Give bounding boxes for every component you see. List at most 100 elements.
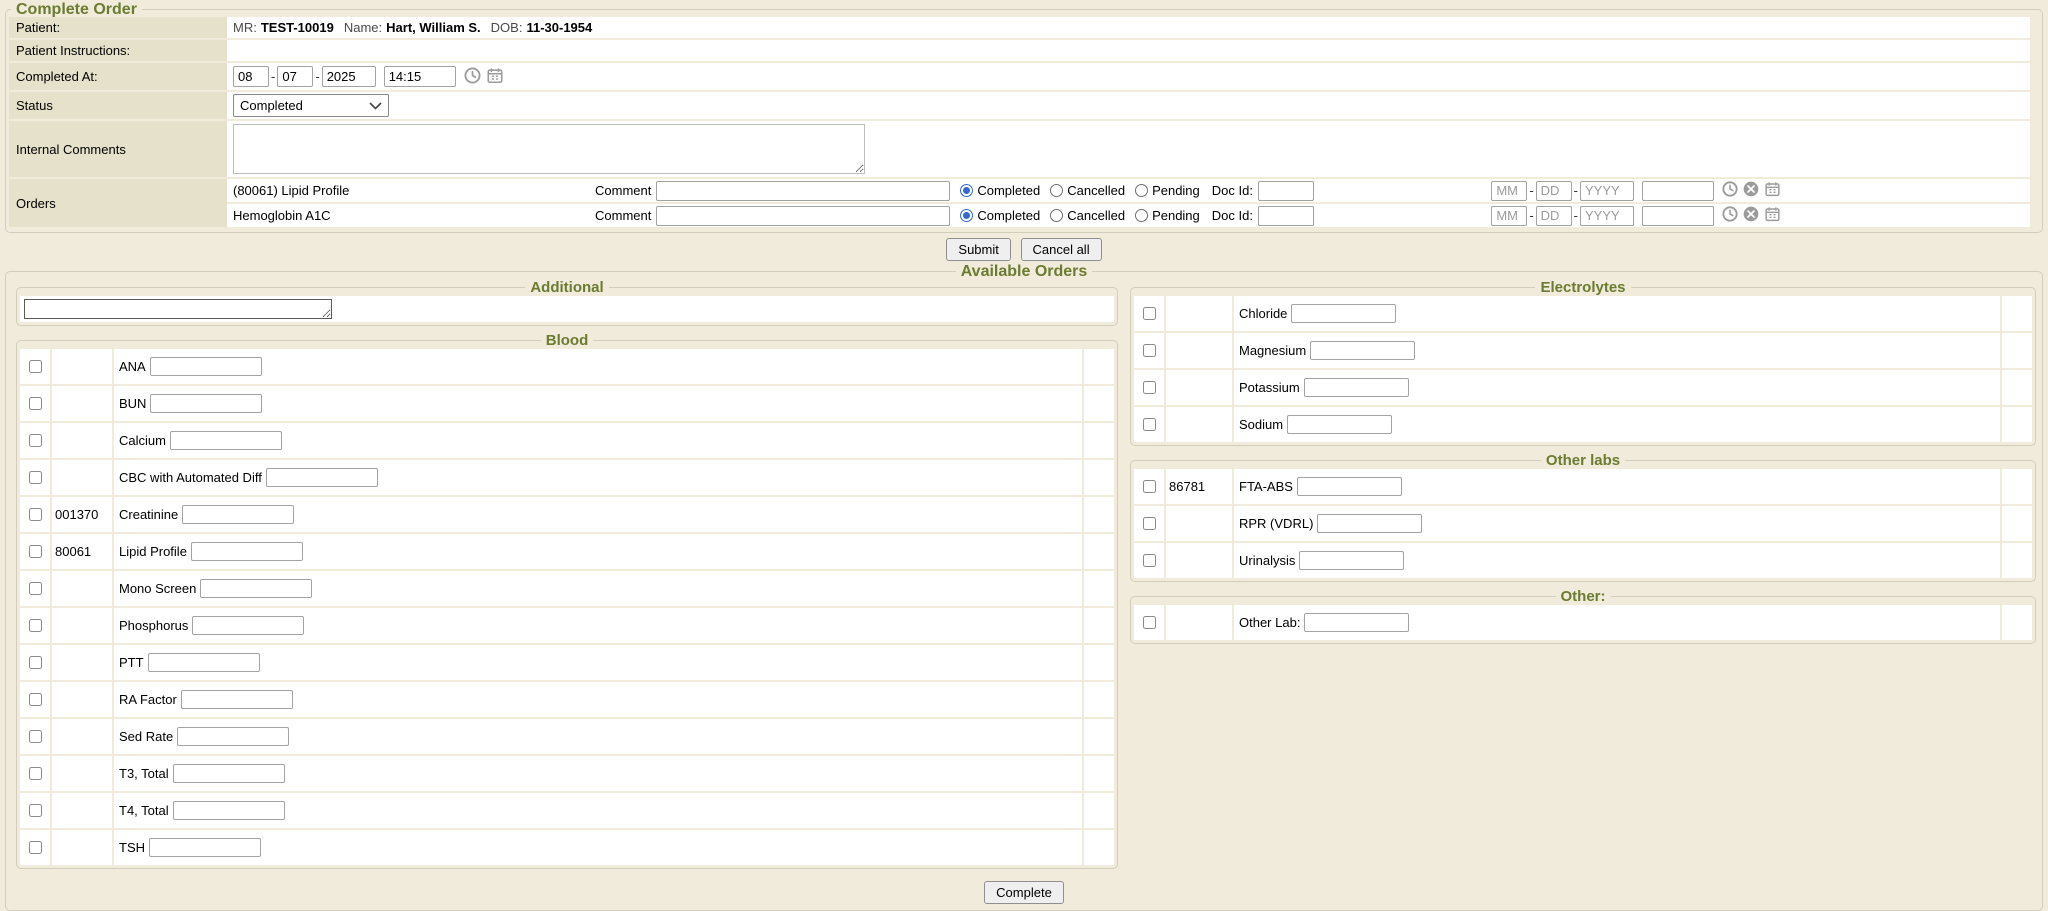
date-separator: - [271, 69, 275, 84]
lab-value-input[interactable] [181, 690, 293, 709]
lab-checkbox[interactable] [1143, 554, 1156, 567]
lab-value-input[interactable] [150, 394, 262, 413]
radio-cancelled[interactable] [1050, 209, 1063, 222]
lab-label: FTA-ABS [1239, 479, 1293, 494]
lab-value-input[interactable] [266, 468, 378, 487]
clear-icon[interactable] [1743, 206, 1759, 225]
lab-checkbox[interactable] [29, 582, 42, 595]
calendar-icon[interactable] [486, 67, 504, 87]
clock-icon[interactable] [1722, 206, 1738, 225]
order-time-input[interactable] [1642, 206, 1714, 226]
lab-checkbox[interactable] [29, 508, 42, 521]
lab-value-input[interactable] [1317, 514, 1422, 533]
doc-id-input[interactable] [1258, 181, 1314, 201]
radio-pending[interactable] [1135, 209, 1148, 222]
lab-value-input[interactable] [170, 431, 282, 450]
submit-button[interactable]: Submit [946, 238, 1010, 261]
order-date-month-input[interactable] [1491, 206, 1527, 226]
lab-value-input[interactable] [1304, 613, 1409, 632]
lab-code [1166, 296, 1232, 331]
date-separator: - [315, 69, 319, 84]
lab-value-input[interactable] [192, 616, 304, 635]
lab-checkbox[interactable] [29, 434, 42, 447]
lab-checkbox[interactable] [29, 767, 42, 780]
complete-button[interactable]: Complete [984, 881, 1064, 904]
orders-label: Orders [9, 179, 227, 227]
name-label: Name: [344, 20, 382, 35]
order-date-year-input[interactable] [1580, 181, 1634, 201]
calendar-icon[interactable] [1764, 181, 1781, 200]
order-status-radio-group: Completed Cancelled Pending [960, 183, 1209, 198]
order-comment-input[interactable] [656, 206, 950, 226]
lab-checkbox[interactable] [29, 545, 42, 558]
lab-value-input[interactable] [149, 838, 261, 857]
lab-code [52, 756, 112, 791]
lab-checkbox[interactable] [1143, 418, 1156, 431]
lab-checkbox[interactable] [29, 730, 42, 743]
lab-value-input[interactable] [173, 801, 285, 820]
radio-completed[interactable] [960, 209, 973, 222]
lab-value-input[interactable] [191, 542, 303, 561]
lab-checkbox[interactable] [29, 656, 42, 669]
lab-checkbox[interactable] [1143, 517, 1156, 530]
additional-section-title: Additional [525, 280, 608, 295]
blood-section: Blood ANA [16, 333, 1118, 869]
clock-icon[interactable] [464, 67, 481, 87]
lab-checkbox[interactable] [29, 360, 42, 373]
order-row: (80061) Lipid Profile Comment Completed … [227, 179, 2030, 202]
mr-label: MR: [233, 20, 257, 35]
calendar-icon[interactable] [1764, 206, 1781, 225]
order-time-input[interactable] [1642, 181, 1714, 201]
cancel-all-button[interactable]: Cancel all [1021, 238, 1102, 261]
lab-value-input[interactable] [177, 727, 289, 746]
status-select[interactable]: Completed [233, 94, 389, 117]
additional-filter-input[interactable] [24, 299, 332, 319]
lab-value-input[interactable] [200, 579, 312, 598]
lab-checkbox[interactable] [1143, 480, 1156, 493]
lab-checkbox[interactable] [29, 841, 42, 854]
radio-completed[interactable] [960, 184, 973, 197]
doc-id-input[interactable] [1258, 206, 1314, 226]
order-date-day-input[interactable] [1536, 206, 1572, 226]
order-date-day-input[interactable] [1536, 181, 1572, 201]
lab-checkbox[interactable] [1143, 307, 1156, 320]
lab-label: Phosphorus [119, 618, 188, 633]
lab-checkbox[interactable] [29, 619, 42, 632]
radio-pending[interactable] [1135, 184, 1148, 197]
radio-cancelled[interactable] [1050, 184, 1063, 197]
order-date-year-input[interactable] [1580, 206, 1634, 226]
lab-value-input[interactable] [1297, 477, 1402, 496]
lab-value-input[interactable] [1287, 415, 1392, 434]
completed-month-input[interactable] [233, 66, 269, 87]
radio-cancelled-label: Cancelled [1067, 183, 1125, 198]
order-date-month-input[interactable] [1491, 181, 1527, 201]
lab-value-input[interactable] [182, 505, 294, 524]
lab-row-tail-cell [2002, 407, 2032, 442]
completed-year-input[interactable] [322, 66, 376, 87]
order-comment-input[interactable] [656, 181, 950, 201]
clear-icon[interactable] [1743, 181, 1759, 200]
available-orders-left-column: Additional Blood ANA [14, 280, 1116, 876]
completed-time-input[interactable] [384, 66, 456, 87]
lab-value-input[interactable] [173, 764, 285, 783]
radio-pending-label: Pending [1152, 208, 1200, 223]
radio-cancelled-label: Cancelled [1067, 208, 1125, 223]
lab-value-input[interactable] [148, 653, 260, 672]
lab-value-input[interactable] [1299, 551, 1404, 570]
lab-checkbox[interactable] [29, 693, 42, 706]
lab-value-input[interactable] [1291, 304, 1396, 323]
lab-checkbox[interactable] [1143, 344, 1156, 357]
lab-checkbox[interactable] [29, 471, 42, 484]
lab-value-input[interactable] [150, 357, 262, 376]
order-date-group: - - [1491, 181, 1781, 201]
lab-code [1166, 370, 1232, 405]
completed-day-input[interactable] [277, 66, 313, 87]
lab-checkbox[interactable] [1143, 616, 1156, 629]
internal-comments-textarea[interactable] [233, 124, 865, 174]
clock-icon[interactable] [1722, 181, 1738, 200]
lab-value-input[interactable] [1304, 378, 1409, 397]
lab-value-input[interactable] [1310, 341, 1415, 360]
lab-checkbox[interactable] [29, 397, 42, 410]
lab-checkbox[interactable] [1143, 381, 1156, 394]
lab-checkbox[interactable] [29, 804, 42, 817]
